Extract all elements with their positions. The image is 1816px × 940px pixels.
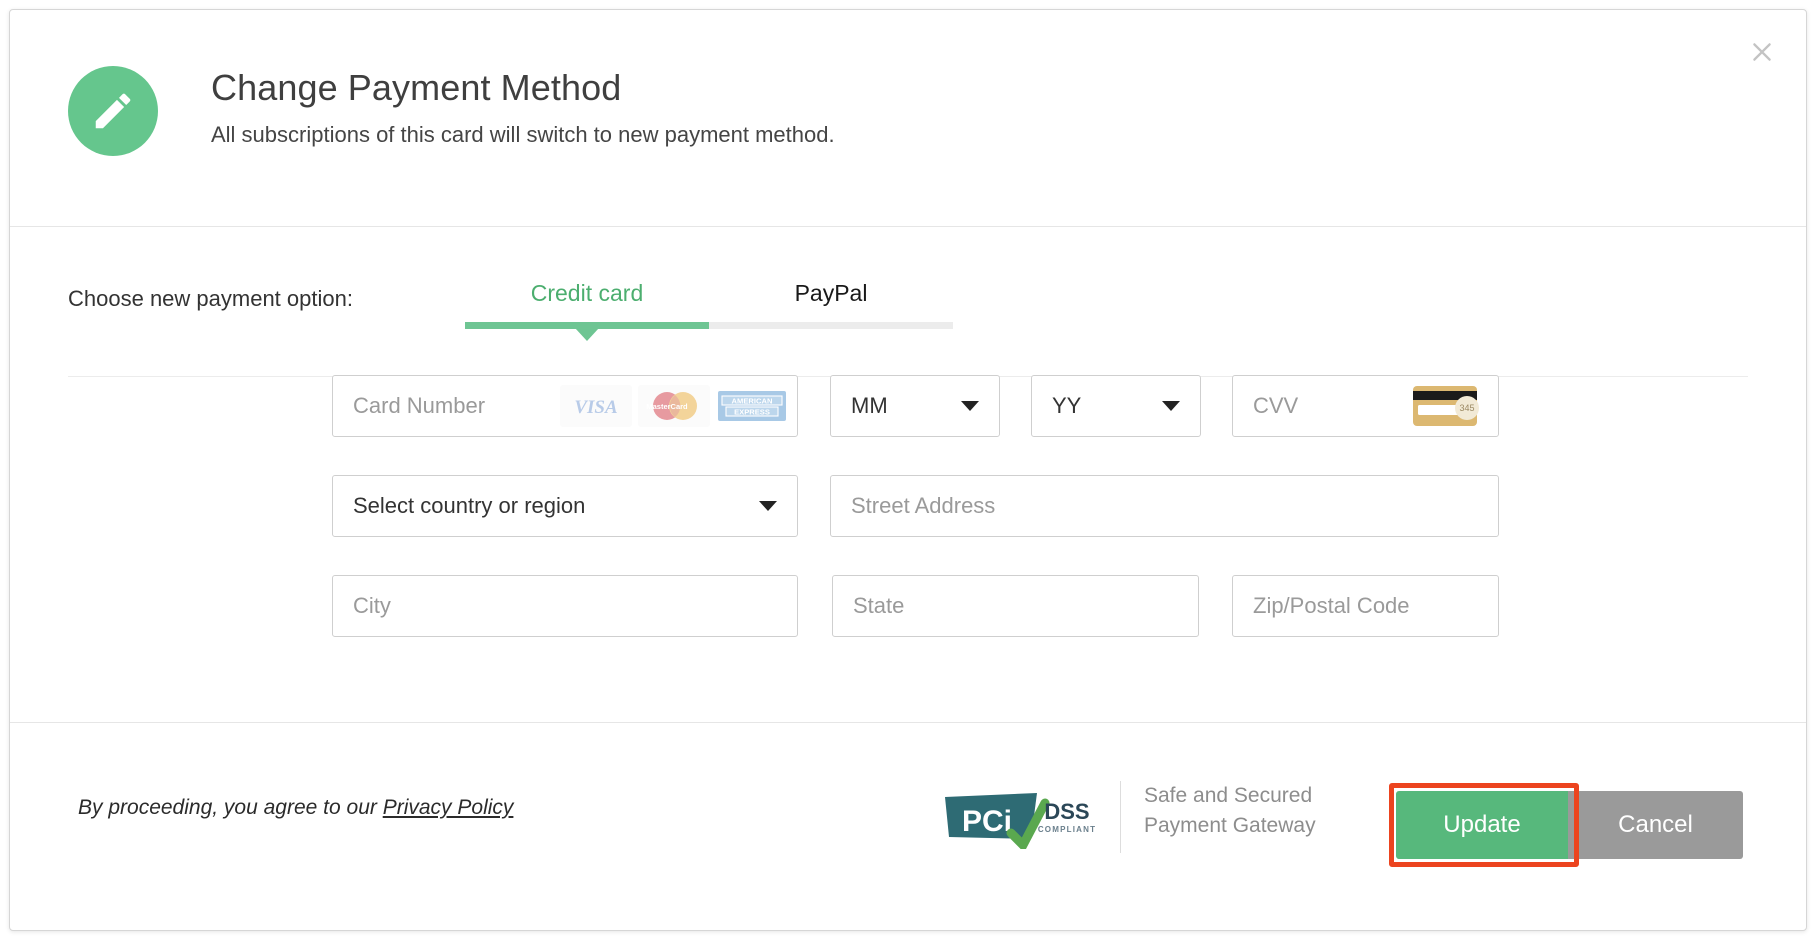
card-brand-logos: VISA MasterCard AMERICAN EXPRESS (560, 385, 788, 427)
svg-text:AMERICAN: AMERICAN (732, 397, 773, 406)
legal-notice: By proceeding, you agree to our Privacy … (78, 796, 513, 820)
tab-credit-card-label: Credit card (530, 280, 644, 306)
secure-line-1: Safe and Secured (1144, 784, 1313, 807)
legal-prefix: By proceeding, you agree to our (78, 796, 383, 819)
tab-credit-card[interactable]: Credit card (465, 260, 709, 341)
pencil-icon (68, 66, 158, 156)
amex-icon: AMERICAN EXPRESS (716, 385, 788, 427)
state-placeholder: State (853, 593, 905, 618)
form-row-card: Card Number VISA MasterCard AMERICAN EXP… (10, 375, 1806, 475)
country-select[interactable]: Select country or region (332, 475, 798, 537)
svg-text:EXPRESS: EXPRESS (734, 408, 770, 417)
cvv-placeholder: CVV (1253, 393, 1299, 418)
tab-paypal-label: PayPal (794, 280, 868, 306)
city-input[interactable]: City (332, 575, 798, 637)
payment-option-row: Choose new payment option: Credit card P… (10, 260, 1806, 377)
tab-paypal[interactable]: PayPal (709, 260, 953, 329)
credit-card-form: Card Number VISA MasterCard AMERICAN EXP… (10, 375, 1806, 675)
form-row-address: Select country or region Street Address (10, 475, 1806, 575)
chevron-down-icon (1162, 401, 1180, 411)
secure-line-2: Payment Gateway (1144, 814, 1316, 837)
cvv-input[interactable]: CVV 345 (1232, 375, 1499, 437)
country-value: Select country or region (353, 493, 586, 518)
secure-gateway-note: Safe and Secured Payment Gateway (1144, 781, 1316, 841)
cvv-hint-digits: 345 (1459, 403, 1474, 413)
close-icon[interactable] (1740, 30, 1784, 74)
dialog-header: Change Payment Method All subscriptions … (10, 10, 1806, 227)
footer-actions: Update Cancel (1396, 791, 1743, 859)
expiry-year-value: YY (1052, 393, 1082, 418)
chevron-down-icon (961, 401, 979, 411)
header-text-block: Change Payment Method All subscriptions … (211, 66, 835, 150)
visa-icon: VISA (560, 385, 632, 427)
compliant-text: COMPLIANT (1038, 825, 1096, 834)
mastercard-icon: MasterCard (638, 385, 710, 427)
dialog-subtitle: All subscriptions of this card will swit… (211, 122, 835, 147)
card-number-placeholder: Card Number (353, 393, 486, 418)
change-payment-method-dialog: Change Payment Method All subscriptions … (9, 9, 1807, 931)
expiry-month-value: MM (851, 393, 888, 418)
cvv-card-hint-icon: 345 (1412, 383, 1482, 429)
pci-text: PCi (962, 805, 1012, 838)
form-row-city-state-zip: City State Zip/Postal Code (10, 575, 1806, 675)
street-address-placeholder: Street Address (851, 493, 996, 518)
privacy-policy-link[interactable]: Privacy Policy (383, 796, 514, 819)
expiry-month-select[interactable]: MM (830, 375, 1000, 437)
dss-text: DSS (1044, 799, 1089, 824)
street-address-input[interactable]: Street Address (830, 475, 1499, 537)
tab-active-caret-icon (575, 328, 599, 341)
svg-text:MasterCard: MasterCard (646, 402, 688, 411)
zip-input[interactable]: Zip/Postal Code (1232, 575, 1499, 637)
expiry-year-select[interactable]: YY (1031, 375, 1201, 437)
chevron-down-icon (759, 501, 777, 511)
page-title: Change Payment Method (211, 67, 622, 108)
footer-divider (1120, 781, 1121, 853)
cancel-button[interactable]: Cancel (1568, 791, 1743, 859)
state-input[interactable]: State (832, 575, 1199, 637)
city-placeholder: City (353, 593, 391, 618)
svg-text:VISA: VISA (574, 397, 617, 418)
update-button[interactable]: Update (1396, 791, 1568, 859)
tab-inactive-underline (709, 322, 953, 329)
choose-option-label: Choose new payment option: (68, 286, 353, 311)
dialog-body: Choose new payment option: Credit card P… (10, 227, 1806, 722)
zip-placeholder: Zip/Postal Code (1253, 593, 1410, 618)
pci-dss-badge-icon: PCi DSS COMPLIANT (941, 787, 1096, 853)
payment-option-tabs: Credit card PayPal (465, 260, 953, 341)
card-number-input[interactable]: Card Number VISA MasterCard AMERICAN EXP… (332, 375, 798, 437)
dialog-footer: By proceeding, you agree to our Privacy … (10, 722, 1806, 930)
